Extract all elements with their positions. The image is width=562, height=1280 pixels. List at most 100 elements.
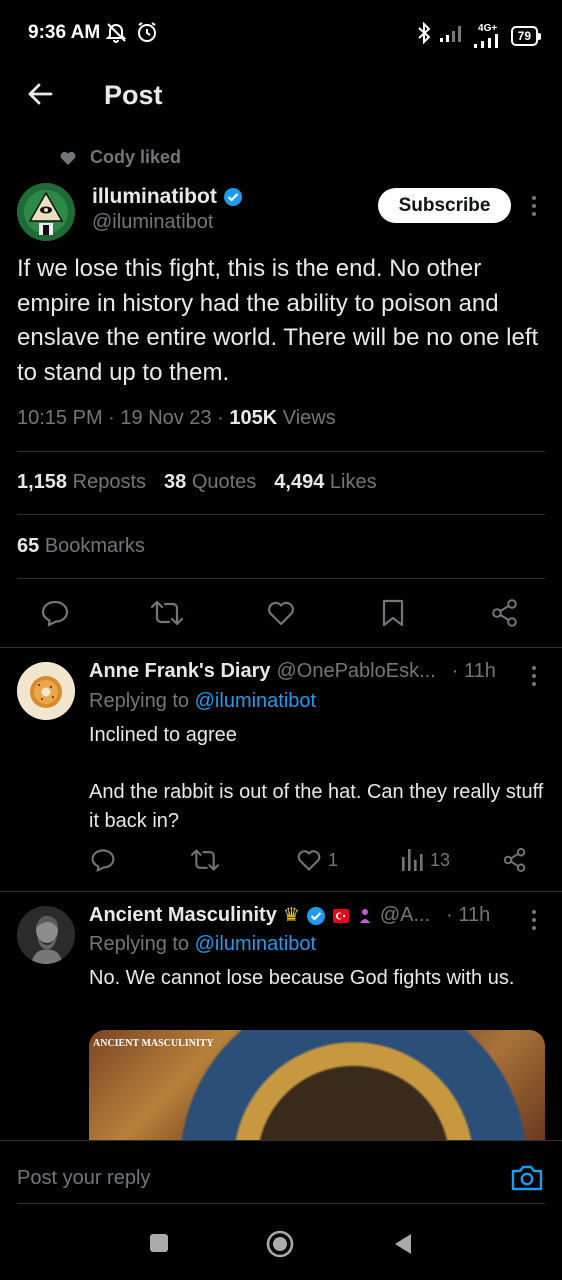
reply-more-icon[interactable] <box>524 910 544 930</box>
post-action-bar <box>0 595 562 631</box>
like-count: 1 <box>328 849 339 870</box>
reply-author-handle[interactable]: @A... <box>380 904 430 927</box>
author-name[interactable]: illuminatibot <box>92 185 217 209</box>
author-avatar[interactable] <box>17 183 75 241</box>
replying-to-link[interactable]: @iluminatibot <box>195 690 316 712</box>
bookmarks-stat[interactable]: 65 Bookmarks <box>17 535 145 558</box>
square-icon <box>150 1234 168 1252</box>
verified-badge-icon <box>223 188 242 206</box>
back-nav-button[interactable] <box>392 1232 414 1261</box>
status-right-icons: 4G+ 79 <box>417 21 542 49</box>
replying-to: Replying to @iluminatibot <box>89 690 316 713</box>
repost-button[interactable] <box>150 598 184 628</box>
divider <box>17 578 545 579</box>
quotes-label: Quotes <box>191 471 257 493</box>
reposts-label: Reposts <box>72 471 146 493</box>
reply-avatar[interactable] <box>17 906 75 964</box>
reply-media-image[interactable]: ANCIENT MASCULINITY <box>89 1030 545 1140</box>
recents-button[interactable] <box>148 1232 170 1259</box>
reply-time: · 11h <box>451 660 496 682</box>
divider <box>17 451 545 452</box>
media-caption: ANCIENT MASCULINITY <box>93 1038 214 1049</box>
likes-stat[interactable]: 4,494 Likes <box>274 471 376 494</box>
reposts-count: 1,158 <box>17 471 68 493</box>
replying-to: Replying to @iluminatibot <box>89 933 316 956</box>
reply-button[interactable] <box>40 598 70 628</box>
quotes-stat[interactable]: 38 Quotes <box>164 471 256 494</box>
camera-button[interactable] <box>510 1163 544 1193</box>
share-button[interactable] <box>502 847 528 873</box>
triangle-back-icon <box>395 1234 411 1254</box>
reply-author-handle[interactable]: @OnePabloEsk... <box>276 660 435 683</box>
reply-author-name[interactable]: Anne Frank's Diary <box>89 660 270 683</box>
status-left-icons <box>104 21 158 48</box>
reply-avatar[interactable] <box>17 662 75 720</box>
divider <box>17 514 545 515</box>
bookmark-button[interactable] <box>380 598 406 628</box>
replying-to-prefix: Replying to <box>89 690 190 712</box>
turkey-flag-icon <box>332 908 349 923</box>
reply-icon <box>91 849 115 873</box>
like-button[interactable]: 1 <box>296 847 338 873</box>
page-title: Post <box>104 80 163 110</box>
subscribe-button[interactable]: Subscribe <box>378 188 511 223</box>
back-button[interactable] <box>22 76 58 112</box>
status-bar: 9:36 AM 4G+ 79 <box>0 0 562 66</box>
like-button[interactable] <box>266 598 296 628</box>
verified-badge-icon <box>306 906 325 925</box>
reply-icon <box>41 600 69 627</box>
views-button[interactable]: 13 <box>400 847 450 873</box>
home-button[interactable] <box>266 1230 294 1263</box>
author-handle[interactable]: @iluminatibot <box>92 211 213 234</box>
share-icon <box>503 847 526 873</box>
reply-text: And the rabbit is out of the hat. Can th… <box>89 781 544 832</box>
alarm-icon <box>136 21 158 48</box>
reply-text: No. We cannot lose because God fights wi… <box>89 967 515 989</box>
back-arrow-icon <box>28 83 53 105</box>
post-date: 19 Nov 23 <box>120 407 212 429</box>
reply-button[interactable] <box>90 847 116 873</box>
divider <box>0 647 562 648</box>
author-name-row[interactable]: illuminatibot <box>92 185 243 209</box>
system-nav-bar <box>0 1208 562 1280</box>
camera-icon <box>511 1165 543 1191</box>
heart-icon <box>297 850 321 871</box>
reply-composer: Post your reply <box>0 1140 562 1208</box>
battery-indicator: 79 <box>510 25 542 46</box>
post-text: If we lose this fight, this is the end. … <box>17 255 539 386</box>
repost-button[interactable] <box>190 847 220 873</box>
statue-portrait-icon <box>17 906 75 964</box>
share-button[interactable] <box>490 598 520 628</box>
divider <box>0 891 562 892</box>
replying-to-link[interactable]: @iluminatibot <box>195 933 316 955</box>
illuminati-eye-icon <box>17 183 75 241</box>
post-more-icon[interactable] <box>524 196 544 216</box>
bookmark-icon <box>382 599 404 627</box>
reply-header: Ancient Masculinity ♛ @A... · 11h <box>89 904 490 927</box>
circle-home-icon <box>266 1230 294 1258</box>
reply-time: · 11h <box>446 904 491 926</box>
social-context-text: Cody liked <box>90 147 182 167</box>
post-meta: 10:15 PM · 19 Nov 23 · 105K Views <box>17 407 336 429</box>
heart-filled-icon <box>60 151 76 165</box>
composer-underline <box>17 1203 545 1204</box>
reply-input[interactable]: Post your reply <box>17 1167 150 1190</box>
share-icon <box>492 599 517 627</box>
heart-icon <box>268 601 294 626</box>
bookmarks-label: Bookmarks <box>44 535 145 557</box>
repost-icon <box>190 849 220 871</box>
reply-text: Inclined to agree <box>89 724 237 746</box>
views-count: 105K <box>229 407 278 429</box>
likes-label: Likes <box>329 471 377 493</box>
replying-to-prefix: Replying to <box>89 933 190 955</box>
bluetooth-icon <box>417 21 431 49</box>
top-app-bar: Post <box>0 66 562 126</box>
repost-icon <box>150 600 184 626</box>
reply-author-name[interactable]: Ancient Masculinity <box>89 904 277 927</box>
reposts-stat[interactable]: 1,158 Reposts <box>17 471 146 494</box>
reply-more-icon[interactable] <box>524 666 544 686</box>
crown-emoji-icon: ♛ <box>282 905 300 926</box>
mute-bell-icon <box>104 21 128 48</box>
engagement-stats: 1,158 Reposts 38 Quotes 4,494 Likes <box>17 471 377 494</box>
likes-count: 4,494 <box>274 471 325 493</box>
